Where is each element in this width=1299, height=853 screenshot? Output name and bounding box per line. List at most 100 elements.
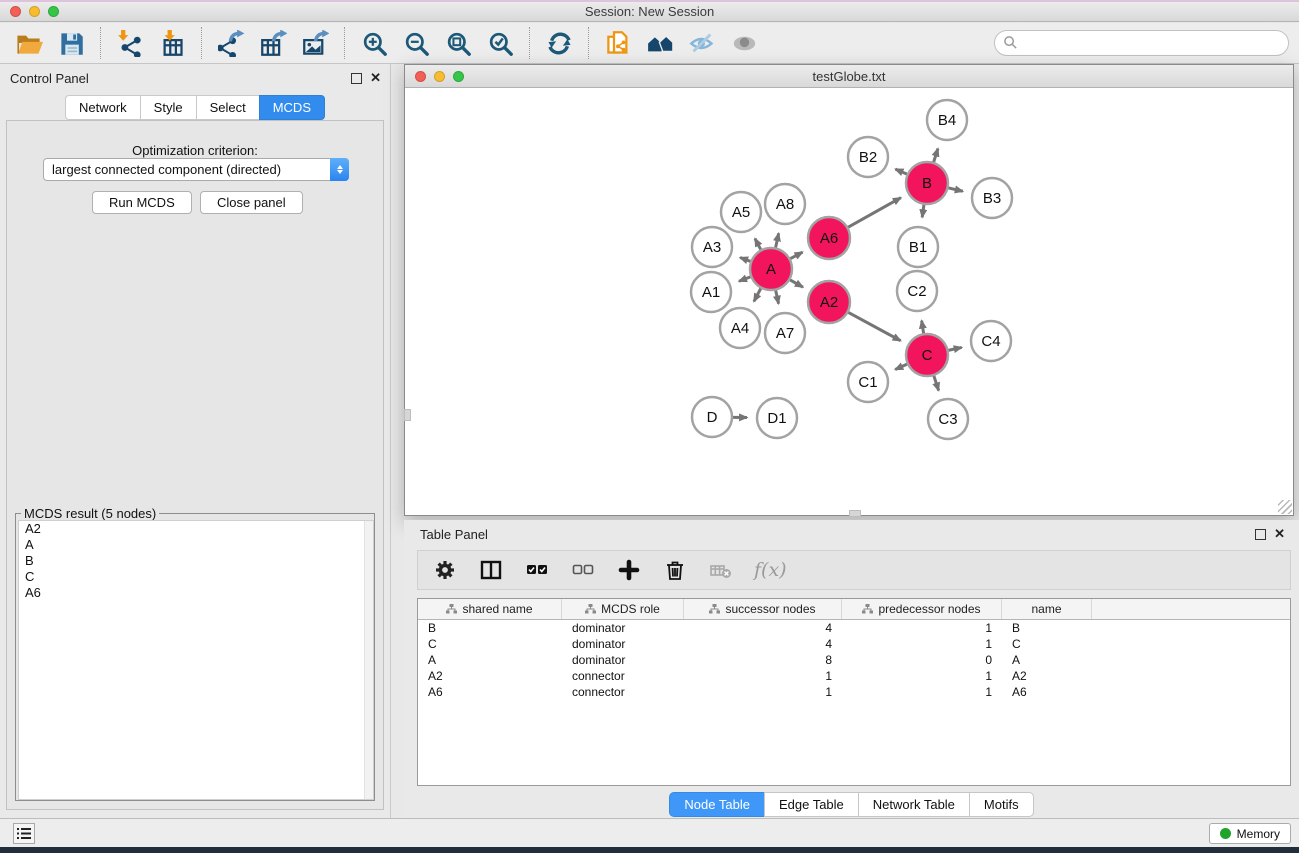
mcds-result-item[interactable]: B <box>19 553 373 569</box>
cell[interactable]: A <box>418 653 562 667</box>
graph-node-A4[interactable]: A4 <box>720 308 760 348</box>
open-button[interactable] <box>12 27 46 59</box>
refresh-button[interactable] <box>542 27 576 59</box>
deselect-all-button[interactable] <box>570 557 596 583</box>
table-row[interactable]: Adominator80A <box>418 652 1290 668</box>
graph-node-A2[interactable]: A2 <box>808 281 850 323</box>
tab-select[interactable]: Select <box>196 95 259 120</box>
table-settings-button[interactable] <box>432 557 458 583</box>
edge-B-B3[interactable] <box>947 188 962 192</box>
cell[interactable]: 4 <box>684 621 842 635</box>
import-table-button[interactable] <box>155 27 189 59</box>
graph-node-B3[interactable]: B3 <box>972 178 1012 218</box>
edge-A-A3[interactable] <box>740 257 751 261</box>
edge-C-C3[interactable] <box>934 375 939 391</box>
graph-node-A8[interactable]: A8 <box>765 184 805 224</box>
zoom-out-button[interactable] <box>399 27 433 59</box>
cell[interactable]: A6 <box>418 685 562 699</box>
edge-A-A8[interactable] <box>775 233 778 248</box>
cell[interactable]: A6 <box>1002 685 1092 699</box>
copy-network-style-button[interactable] <box>601 27 635 59</box>
import-network-button[interactable] <box>113 27 147 59</box>
network-vertical-scroll-thumb[interactable] <box>404 409 411 421</box>
graph-node-B2[interactable]: B2 <box>848 137 888 177</box>
tab-network-table[interactable]: Network Table <box>858 792 969 817</box>
cell[interactable]: 1 <box>842 621 1002 635</box>
edge-A-A2[interactable] <box>789 279 803 287</box>
network-horizontal-scroll-thumb[interactable] <box>849 510 861 517</box>
network-window-titlebar[interactable]: testGlobe.txt <box>405 65 1293 88</box>
cell[interactable]: 4 <box>684 637 842 651</box>
cell[interactable]: B <box>418 621 562 635</box>
mcds-result-item[interactable]: C <box>19 569 373 585</box>
export-table-button[interactable] <box>256 27 290 59</box>
edge-A-A6[interactable] <box>790 252 803 259</box>
cell[interactable]: C <box>1002 637 1092 651</box>
cell[interactable]: A <box>1002 653 1092 667</box>
tab-mcds[interactable]: MCDS <box>259 95 325 120</box>
cell[interactable]: dominator <box>562 653 684 667</box>
edge-B-B2[interactable] <box>895 169 907 174</box>
optimization-criterion-select[interactable]: largest connected component (directed) <box>43 158 349 181</box>
search-input[interactable] <box>994 30 1289 56</box>
column-header-MCDS-role[interactable]: MCDS role <box>562 599 684 619</box>
select-all-button[interactable] <box>524 557 550 583</box>
show-all-button[interactable] <box>727 27 761 59</box>
cell[interactable]: 1 <box>842 669 1002 683</box>
cell[interactable]: dominator <box>562 637 684 651</box>
graph-node-A7[interactable]: A7 <box>765 313 805 353</box>
zoom-in-button[interactable] <box>357 27 391 59</box>
table-row[interactable]: Cdominator41C <box>418 636 1290 652</box>
network-graph-canvas[interactable]: B4B2BB3A5A8A6A3B1AC2A1A2A4A7C4CC1DD1C3 <box>405 88 1293 510</box>
edge-A6-B[interactable] <box>847 198 901 228</box>
graph-node-A[interactable]: A <box>750 248 792 290</box>
table-panel-close-icon[interactable]: ✕ <box>1274 527 1285 541</box>
mcds-result-item[interactable]: A2 <box>19 521 373 537</box>
network-resize-grip[interactable] <box>1278 500 1292 514</box>
table-row[interactable]: A6connector11A6 <box>418 684 1290 700</box>
edge-A2-C[interactable] <box>847 312 900 341</box>
mcds-list-scrollbar[interactable] <box>364 521 373 799</box>
graph-node-A1[interactable]: A1 <box>691 272 731 312</box>
cell[interactable]: 0 <box>842 653 1002 667</box>
graph-node-B1[interactable]: B1 <box>898 227 938 267</box>
table-row[interactable]: A2connector11A2 <box>418 668 1290 684</box>
mcds-result-list[interactable]: A2ABCA6 <box>18 520 374 800</box>
tab-network[interactable]: Network <box>65 95 140 120</box>
export-network-button[interactable] <box>214 27 248 59</box>
save-button[interactable] <box>54 27 88 59</box>
cell[interactable]: 1 <box>684 669 842 683</box>
graph-node-C2[interactable]: C2 <box>897 271 937 311</box>
control-panel-float-icon[interactable] <box>351 73 362 84</box>
graph-node-A5[interactable]: A5 <box>721 192 761 232</box>
home-button[interactable] <box>643 27 677 59</box>
column-header-name[interactable]: name <box>1002 599 1092 619</box>
run-mcds-button[interactable]: Run MCDS <box>92 191 192 214</box>
cell[interactable]: A2 <box>418 669 562 683</box>
zoom-selected-button[interactable] <box>483 27 517 59</box>
graph-node-D1[interactable]: D1 <box>757 398 797 438</box>
column-header-successor-nodes[interactable]: successor nodes <box>684 599 842 619</box>
cell[interactable]: 1 <box>684 685 842 699</box>
graph-node-C4[interactable]: C4 <box>971 321 1011 361</box>
zoom-fit-button[interactable] <box>441 27 475 59</box>
cell[interactable]: B <box>1002 621 1092 635</box>
cell[interactable]: C <box>418 637 562 651</box>
edge-A-A4[interactable] <box>754 288 761 302</box>
edge-C-C4[interactable] <box>948 347 962 350</box>
graph-node-A3[interactable]: A3 <box>692 227 732 267</box>
table-row[interactable]: Bdominator41B <box>418 620 1290 636</box>
tab-motifs[interactable]: Motifs <box>969 792 1034 817</box>
tab-edge-table[interactable]: Edge Table <box>764 792 858 817</box>
cell[interactable]: connector <box>562 669 684 683</box>
cell[interactable]: 1 <box>842 685 1002 699</box>
edge-B-B4[interactable] <box>933 149 938 163</box>
delete-row-button[interactable] <box>662 557 688 583</box>
mcds-result-item[interactable]: A <box>19 537 373 553</box>
edge-C-C1[interactable] <box>895 364 908 370</box>
control-panel-close-icon[interactable]: ✕ <box>370 71 381 85</box>
graph-node-D[interactable]: D <box>692 397 732 437</box>
export-image-button[interactable] <box>298 27 332 59</box>
edge-C-C2[interactable] <box>922 321 924 335</box>
cell[interactable]: 1 <box>842 637 1002 651</box>
